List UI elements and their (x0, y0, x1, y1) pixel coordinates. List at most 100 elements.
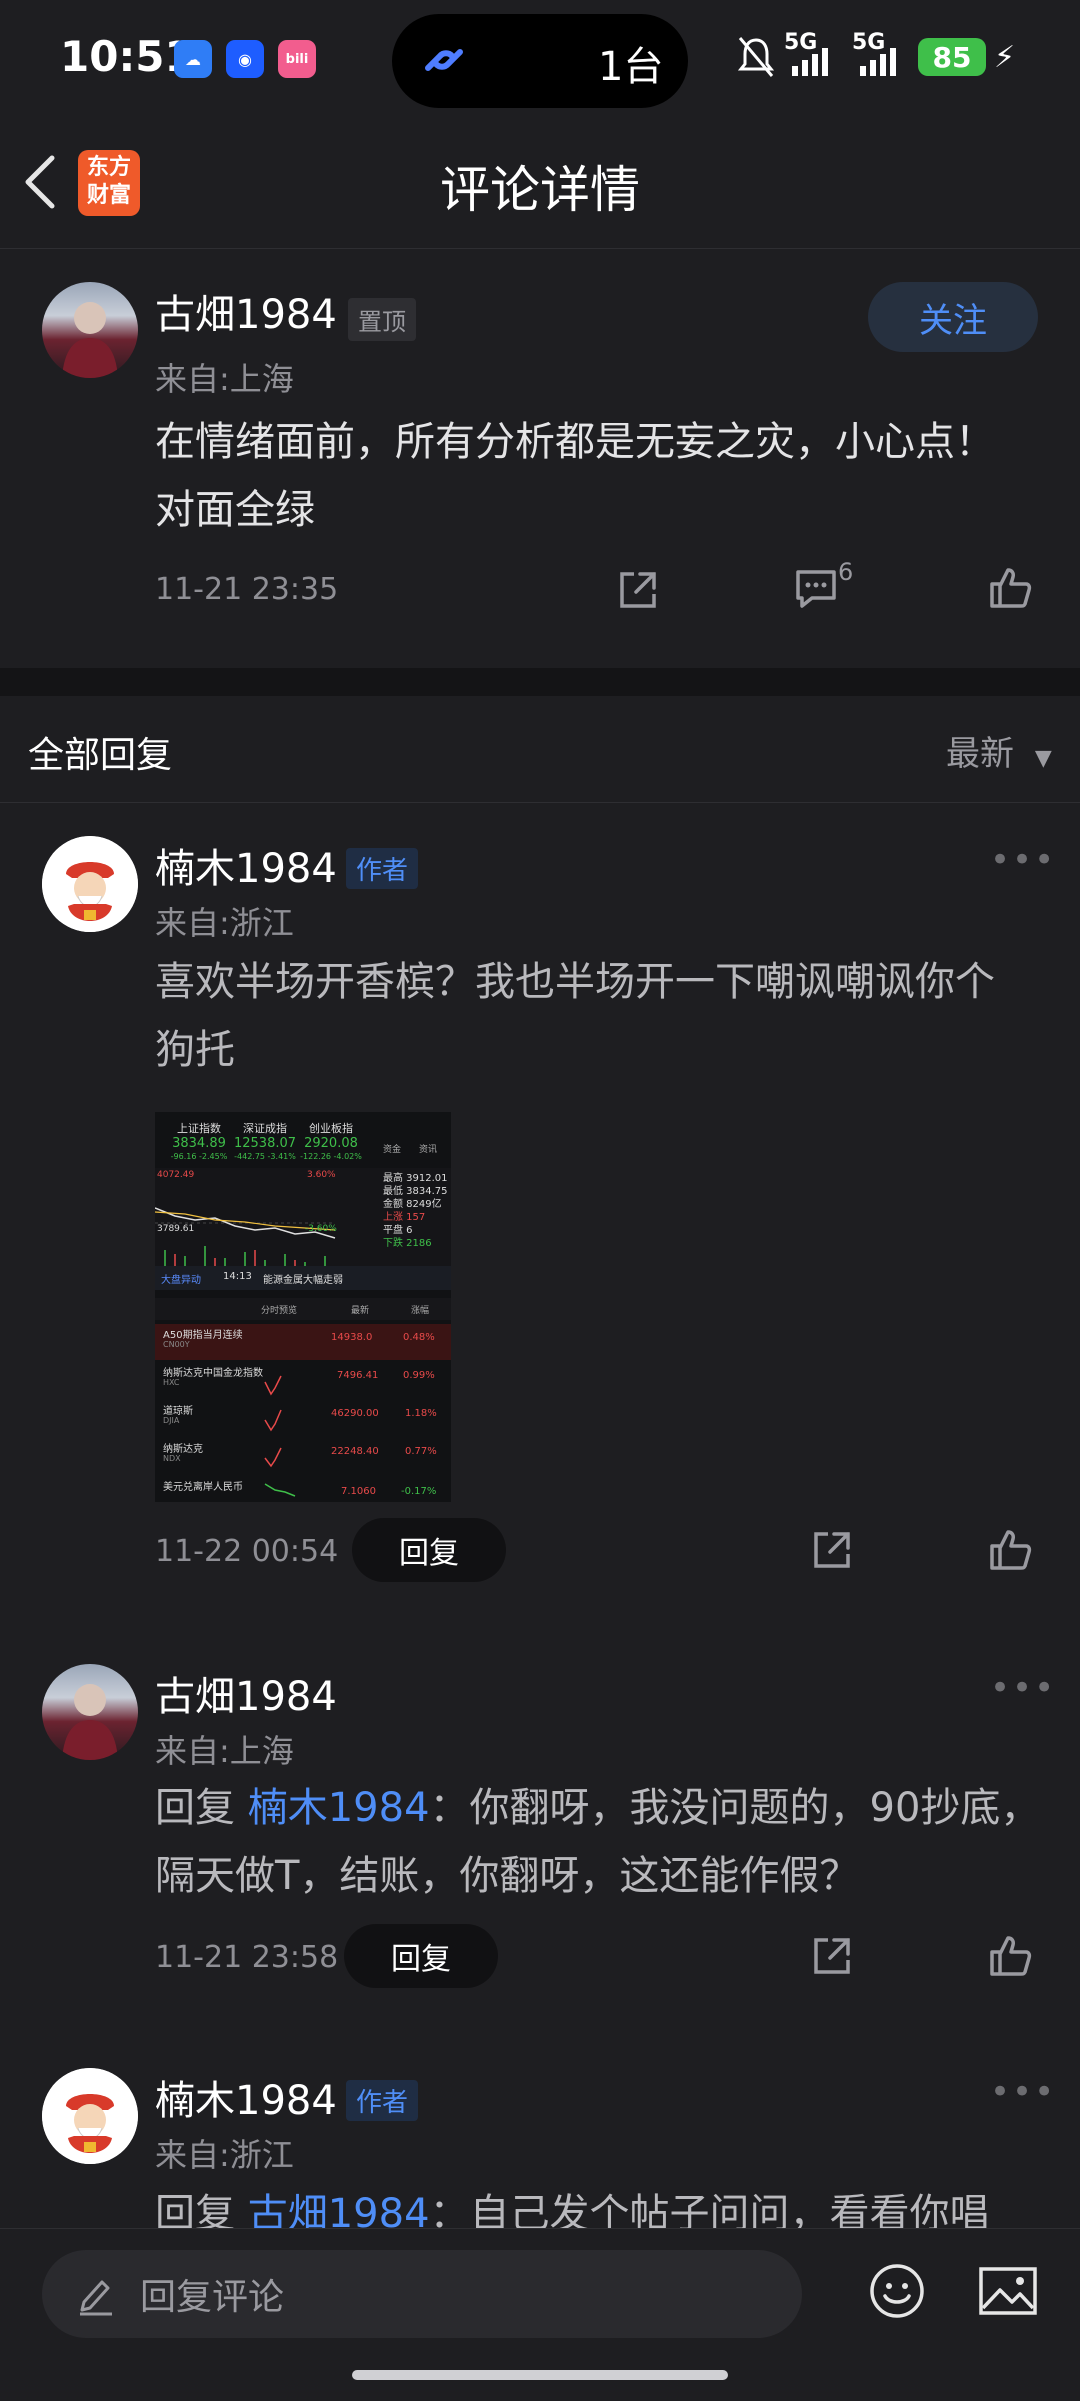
page-title: 评论详情 (440, 161, 640, 219)
thumb-ticker-text: 能源金属大幅走弱 (263, 1275, 343, 1286)
replies-header-title: 全部回复 (28, 735, 173, 776)
like-icon[interactable] (986, 1932, 1034, 1984)
username[interactable]: 古畑1984 (155, 1664, 337, 1722)
username[interactable]: 楠木1984 (155, 2068, 337, 2126)
app-notification-icon: ◉ (226, 40, 264, 78)
reply-content-line: 隔天做T，结账，你翻呀，这还能作假？ (155, 1853, 860, 1899)
author-badge: 作者 (346, 848, 419, 889)
reply-button[interactable]: 回复 (352, 1518, 506, 1582)
battery-indicator: 85 (918, 38, 986, 76)
thumb-row-price: 46290.00 (331, 1408, 379, 1419)
avatar[interactable] (42, 2068, 138, 2164)
thumb-side-label: 资金 (383, 1145, 402, 1155)
reply-date: 11-21 23:58 (155, 1940, 339, 1975)
more-options-icon[interactable]: ••• (990, 1668, 1056, 1708)
thumb-stat: 平盘 6 (383, 1225, 413, 1236)
pinned-badge: 置顶 (348, 298, 416, 341)
comment-icon[interactable] (792, 564, 840, 616)
thumb-row-change: 0.48% (403, 1332, 435, 1343)
home-indicator[interactable] (352, 2370, 728, 2380)
bilibili-icon: bili (278, 40, 316, 78)
signal-icon (858, 44, 908, 80)
thumb-ticker-label: 大盘异动 (161, 1275, 201, 1286)
thumb-row-price: 7.1060 (341, 1486, 376, 1497)
thumb-stat: 下跌 2186 (383, 1238, 432, 1249)
reply-button[interactable]: 回复 (344, 1924, 498, 1988)
author-badge: 作者 (346, 2080, 419, 2121)
thumb-row-price: 14938.0 (331, 1332, 373, 1343)
reply-prefix: 回复 (155, 1785, 235, 1831)
sort-label: 最新 (946, 734, 1014, 774)
thumb-chart-value: 4072.49 (157, 1170, 195, 1180)
thumb-row-name: 纳斯达克中国金龙指数 (163, 1368, 263, 1379)
share-icon[interactable] (614, 566, 662, 618)
location-label: 来自:上海 (155, 360, 294, 398)
thumb-header: 分时预览 (261, 1306, 298, 1316)
thumb-row-change: 0.77% (405, 1446, 437, 1457)
post-content: 在情绪面前，所有分析都是无妄之灾，小心点！ 对面全绿 (155, 408, 1055, 544)
thumb-row-code: HXC (163, 1378, 180, 1387)
thumb-ticker-time: 14:13 (223, 1271, 252, 1282)
more-options-icon[interactable]: ••• (990, 2072, 1056, 2112)
thumb-chart-value: 3.60% (307, 1170, 336, 1180)
image-upload-icon[interactable] (978, 2264, 1038, 2322)
thumb-chart-value: -3.60% (305, 1224, 337, 1234)
more-options-icon[interactable]: ••• (990, 840, 1056, 880)
like-icon[interactable] (986, 564, 1034, 616)
sort-dropdown[interactable]: 最新 ▼ (946, 726, 1052, 775)
app-notification-icon: ☁ (174, 40, 212, 78)
thumb-row-change: 1.18% (405, 1408, 437, 1419)
status-bar: 10:51 ☁ ◉ bili 1台 5G 5G 85 ⚡ (0, 0, 1080, 120)
thumb-index-change: -122.26 -4.02% (300, 1152, 362, 1161)
thumb-row-change: 0.99% (403, 1370, 435, 1381)
thumb-row-price: 7496.41 (337, 1370, 379, 1381)
mention-link[interactable]: 楠木1984 (248, 1785, 430, 1831)
thumb-row-code: CN00Y (163, 1340, 190, 1349)
reply-text: ：你翻呀，我没问题的，90抄底， (429, 1785, 1041, 1831)
thumb-header: 涨幅 (411, 1306, 430, 1316)
share-icon[interactable] (808, 1932, 856, 1984)
reply-content-line: 狗托 (155, 1027, 235, 1073)
reply-input-placeholder: 回复评论 (140, 2277, 285, 2318)
like-icon[interactable] (986, 1526, 1034, 1578)
thumb-table-row: 纳斯达克中国金龙指数 HXC 7496.41 0.99% (155, 1362, 451, 1398)
thumb-side-label: 资讯 (419, 1145, 438, 1155)
share-icon[interactable] (808, 1526, 856, 1578)
thumb-stat: 最高 3912.01 (383, 1173, 448, 1184)
thumb-header: 最新 (351, 1306, 370, 1316)
link-icon (418, 38, 470, 93)
follow-button[interactable]: 关注 (868, 282, 1038, 352)
thumb-chart-value: 3789.61 (157, 1224, 195, 1234)
username[interactable]: 古畑1984 (155, 282, 337, 340)
avatar[interactable] (42, 1664, 138, 1760)
thumb-table-row: 美元兑离岸人民币 7.1060 -0.17% (155, 1476, 451, 1502)
location-label: 来自:浙江 (155, 2136, 294, 2174)
username[interactable]: 楠木1984 (155, 836, 337, 894)
thumb-table-header: 分时预览 最新 涨幅 (155, 1298, 451, 1320)
thumb-stats: 最高 3912.01 最低 3834.75 金额 8249亿 上涨 157 平盘… (383, 1172, 448, 1250)
thumb-row-name: 道琼斯 (163, 1406, 193, 1417)
avatar[interactable] (42, 282, 138, 378)
reply-content-line: 回复 楠木1984：你翻呀，我没问题的，90抄底， (155, 1774, 1055, 1842)
thumb-table-row: A50期指当月连续 CN00Y 14938.0 0.48% (155, 1324, 451, 1360)
post-content-line: 对面全绿 (155, 487, 315, 533)
mute-bell-icon (737, 36, 775, 82)
island-text: 1台 (598, 44, 664, 90)
avatar[interactable] (42, 836, 138, 932)
location-label: 来自:上海 (155, 1732, 294, 1770)
thumb-row-price: 22248.40 (331, 1446, 379, 1457)
post-content-line: 在情绪面前，所有分析都是无妄之灾，小心点！ (155, 419, 995, 465)
comment-count: 6 (838, 558, 854, 586)
thumb-ticker: 大盘异动 14:13 能源金属大幅走弱 (155, 1266, 451, 1290)
charging-icon: ⚡ (994, 40, 1016, 75)
thumb-stat: 最低 3834.75 (383, 1186, 448, 1197)
post-date: 11-21 23:35 (155, 572, 339, 607)
thumb-index-value: 2920.08 (304, 1136, 358, 1151)
attached-screenshot-image[interactable]: 上证指数 深证成指 创业板指 3834.89 12538.07 2920.08 … (155, 1112, 451, 1502)
thumb-table-row: 纳斯达克 NDX 22248.40 0.77% (155, 1438, 451, 1474)
reply-content-line: 喜欢半场开香槟？我也半场开一下嘲讽嘲讽你个 (155, 959, 995, 1005)
thumb-row-name: A50期指当月连续 (163, 1330, 243, 1341)
thumb-row-name: 美元兑离岸人民币 (163, 1482, 243, 1493)
emoji-icon[interactable] (868, 2262, 926, 2324)
reply-content: 喜欢半场开香槟？我也半场开一下嘲讽嘲讽你个 狗托 (155, 948, 1055, 1084)
